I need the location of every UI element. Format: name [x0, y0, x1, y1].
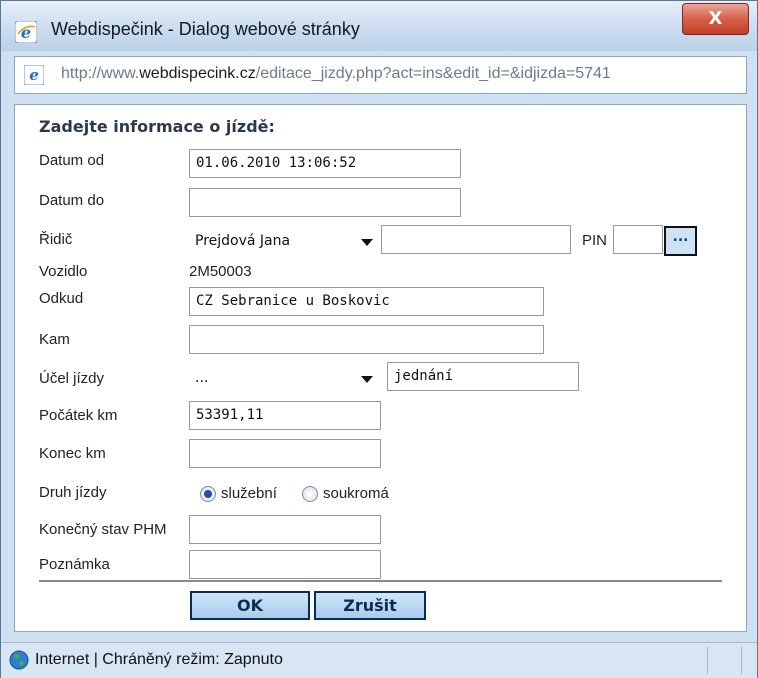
status-text: Internet | Chráněný režim: Zapnuto — [35, 651, 283, 668]
url-path: /editace_jizdy.php?act=ins&edit_id=&idji… — [255, 65, 611, 82]
url-domain: webdispecink.cz — [139, 65, 256, 82]
vozidlo-label: Vozidlo — [39, 263, 88, 280]
ok-button[interactable]: OK — [190, 591, 310, 620]
ucel-select[interactable]: ... — [189, 364, 379, 393]
svg-text:e: e — [29, 66, 39, 84]
ucel-text-input[interactable]: jednání — [387, 362, 579, 391]
url-prefix: http://www. — [61, 65, 140, 82]
ucel-selected: ... — [195, 370, 209, 386]
sluzebni-radio[interactable] — [200, 486, 216, 502]
soukroma-label: soukromá — [323, 485, 389, 502]
konec-km-label: Konec km — [39, 445, 106, 462]
pocatek-km-input[interactable]: 53391,11 — [189, 401, 381, 430]
ucel-label: Účel jízdy — [39, 370, 105, 387]
pin-label: PIN — [582, 232, 608, 249]
ridic-text-input[interactable] — [381, 225, 571, 254]
address-url: http://www.webdispecink.cz/editace_jizdy… — [61, 65, 611, 83]
ie-page-icon: e — [24, 65, 44, 85]
ridic-label: Řidič — [39, 231, 73, 248]
datum-od-input[interactable]: 01.06.2010 13:06:52 — [189, 149, 461, 178]
form-divider — [39, 580, 722, 582]
konec-km-input[interactable] — [189, 439, 381, 468]
odkud-input[interactable]: CZ Sebranice u Boskovic — [189, 287, 544, 316]
sluzebni-label: služební — [221, 485, 277, 502]
poznamka-input[interactable] — [189, 550, 381, 579]
driver-picker-button[interactable]: ... — [664, 226, 697, 256]
chevron-down-icon — [361, 376, 373, 383]
odkud-label: Odkud — [39, 290, 84, 307]
ridic-select[interactable]: Prejdová Jana — [189, 227, 379, 256]
datum-do-input[interactable] — [189, 188, 461, 217]
form-heading: Zadejte informace o jízdě: — [39, 117, 275, 136]
phm-label: Konečný stav PHM — [39, 521, 167, 538]
vozidlo-value: 2M50003 — [189, 263, 252, 280]
cancel-button[interactable]: Zrušit — [314, 591, 426, 620]
dialog-content: Zadejte informace o jízdě: Datum od 01.0… — [14, 104, 747, 632]
status-separator — [741, 647, 742, 674]
ie-icon: e — [15, 21, 37, 43]
title-bar: e Webdispečink - Dialog webové stránky X — [1, 1, 757, 51]
druh-label: Druh jízdy — [39, 484, 107, 501]
datum-do-label: Datum do — [39, 192, 105, 209]
datum-od-label: Datum od — [39, 152, 105, 169]
soukroma-radio[interactable] — [302, 486, 318, 502]
dialog-window: e Webdispečink - Dialog webové stránky X… — [0, 0, 758, 678]
pocatek-km-label: Počátek km — [39, 407, 118, 424]
pin-input[interactable] — [613, 225, 663, 254]
status-bar: Internet | Chráněný režim: Zapnuto — [1, 642, 757, 678]
globe-icon — [9, 650, 29, 670]
kam-label: Kam — [39, 331, 70, 348]
kam-input[interactable] — [189, 325, 544, 354]
chevron-down-icon — [361, 239, 373, 246]
poznamka-label: Poznámka — [39, 556, 110, 573]
ridic-selected: Prejdová Jana — [195, 233, 291, 249]
status-separator — [707, 647, 708, 674]
phm-input[interactable] — [189, 515, 381, 544]
address-bar[interactable]: e http://www.webdispecink.cz/editace_jiz… — [14, 56, 747, 94]
close-button[interactable]: X — [682, 3, 749, 35]
window-title: Webdispečink - Dialog webové stránky — [51, 19, 360, 39]
